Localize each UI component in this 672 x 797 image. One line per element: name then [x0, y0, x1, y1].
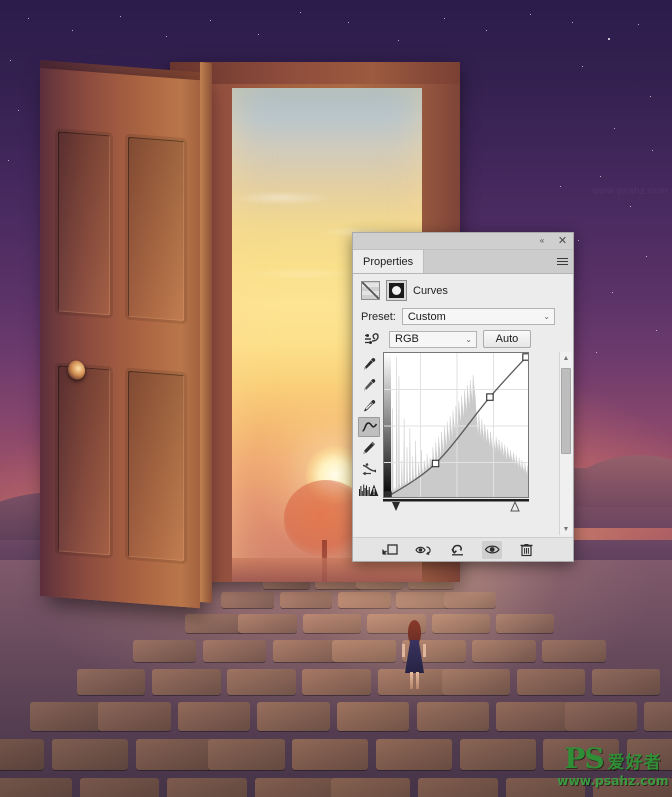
- girl-figure: [400, 620, 428, 690]
- trash-icon: [520, 544, 532, 557]
- properties-panel[interactable]: « ✕ Properties Curves Preset: Custom ⌄ R…: [352, 232, 574, 562]
- eyedropper-black-point-icon[interactable]: [358, 354, 380, 374]
- scroll-up-arrow-icon[interactable]: ▲: [563, 352, 570, 364]
- eyedropper-glyph: [364, 358, 376, 370]
- collapse-panel-icon[interactable]: «: [535, 235, 548, 248]
- toggle-layer-visibility-preview-button[interactable]: [414, 541, 434, 559]
- delete-adjustment-layer-button[interactable]: [516, 541, 536, 559]
- auto-button[interactable]: Auto: [483, 330, 531, 348]
- preset-row: Preset: Custom ⌄: [353, 306, 573, 328]
- eyedropper-glyph: [364, 379, 376, 391]
- slider-handles: [383, 499, 529, 512]
- layer-mask-thumbnail[interactable]: [386, 280, 407, 301]
- reset-arrow-icon: [451, 544, 463, 556]
- eyedropper-glyph: [364, 400, 376, 412]
- smooth-curve-icon[interactable]: [358, 459, 380, 479]
- curves-graph[interactable]: [383, 352, 529, 498]
- girl-arm: [402, 644, 405, 657]
- girl-leg: [416, 672, 419, 689]
- open-door-leaf: [40, 68, 200, 609]
- path-light-glow: [300, 560, 560, 710]
- adjustment-title: Curves: [413, 284, 448, 297]
- screenshot-root: www.psahz.com PS 爱好者 www.psahz.com « ✕ P…: [0, 0, 672, 797]
- scroll-down-arrow-icon[interactable]: ▼: [563, 523, 570, 535]
- door-panel: [58, 131, 110, 316]
- pencil-glyph: [363, 441, 375, 454]
- scrollbar-track[interactable]: [560, 364, 572, 523]
- chevron-down-icon: ⌄: [543, 312, 550, 321]
- door-leading-edge: [200, 62, 212, 603]
- watermark-chinese-text: 爱好者: [607, 753, 662, 773]
- door-knob: [68, 360, 85, 381]
- watermark-logo-row: PS 爱好者: [564, 745, 661, 773]
- panel-scrollbar[interactable]: ▲ ▼: [559, 352, 572, 535]
- panel-menu-icon[interactable]: [551, 250, 573, 273]
- scrollbar-thumb[interactable]: [561, 368, 571, 454]
- door-panel: [128, 136, 184, 322]
- curves-graph-row: [353, 352, 573, 513]
- eye-preview-icon: [414, 545, 431, 555]
- girl-arm: [423, 644, 426, 657]
- door-frame-lintel: [170, 62, 460, 84]
- channel-dropdown[interactable]: RGB ⌄: [389, 330, 477, 348]
- girl-dress: [405, 640, 424, 673]
- site-watermark: PS 爱好者 www.psahz.com: [557, 741, 669, 791]
- preset-value: Custom: [407, 310, 446, 323]
- curve-glyph: [361, 422, 377, 432]
- watermark-ps-logo: PS: [564, 742, 604, 775]
- close-panel-icon[interactable]: ✕: [556, 235, 569, 248]
- reset-adjustment-button[interactable]: [448, 541, 468, 559]
- eye-icon: [484, 545, 500, 554]
- faint-watermark: www.psahz.com: [591, 186, 668, 197]
- clip-layer-icon: [381, 543, 398, 555]
- door-panel: [58, 365, 110, 556]
- chevron-down-icon: ⌄: [465, 334, 472, 344]
- channel-row: RGB ⌄ Auto: [353, 328, 573, 352]
- curves-tool-column: [355, 352, 383, 513]
- smooth-glyph: [361, 462, 376, 475]
- panel-footer-toolbar: [353, 537, 573, 561]
- curves-adjustment-icon: [361, 281, 380, 300]
- curve-area: [383, 352, 555, 513]
- door-panel: [128, 370, 184, 562]
- panel-tab-bar[interactable]: Properties: [353, 250, 573, 274]
- preset-label: Preset:: [361, 310, 396, 323]
- targeted-adjustment-tool-icon[interactable]: [361, 330, 383, 348]
- girl-leg: [410, 672, 413, 689]
- tab-properties[interactable]: Properties: [353, 250, 425, 273]
- channel-value: RGB: [395, 333, 419, 345]
- pencil-draw-curve-icon[interactable]: [358, 438, 380, 458]
- eyedropper-white-point-icon[interactable]: [358, 396, 380, 416]
- adjustment-header: Curves: [353, 274, 573, 306]
- tat-glyph: [365, 333, 379, 344]
- clip-to-layer-button[interactable]: [380, 541, 400, 559]
- black-white-point-sliders[interactable]: [383, 499, 529, 513]
- preset-dropdown[interactable]: Custom ⌄: [401, 308, 555, 325]
- panel-titlebar[interactable]: « ✕: [353, 233, 573, 250]
- panel-body: Curves Preset: Custom ⌄ RGB ⌄ Auto ▲ ▼: [353, 274, 573, 561]
- toggle-layer-visibility-button[interactable]: [482, 540, 502, 559]
- eyedropper-gray-point-icon[interactable]: [358, 375, 380, 395]
- hamburger-icon: [556, 256, 568, 267]
- curve-point-tool-icon[interactable]: [358, 417, 380, 437]
- watermark-url: www.psahz.com: [557, 774, 669, 788]
- curves-graph-svg[interactable]: [384, 353, 529, 498]
- histogram-clipping-icon[interactable]: [358, 480, 380, 500]
- histogram-warning-glyph: [359, 484, 379, 496]
